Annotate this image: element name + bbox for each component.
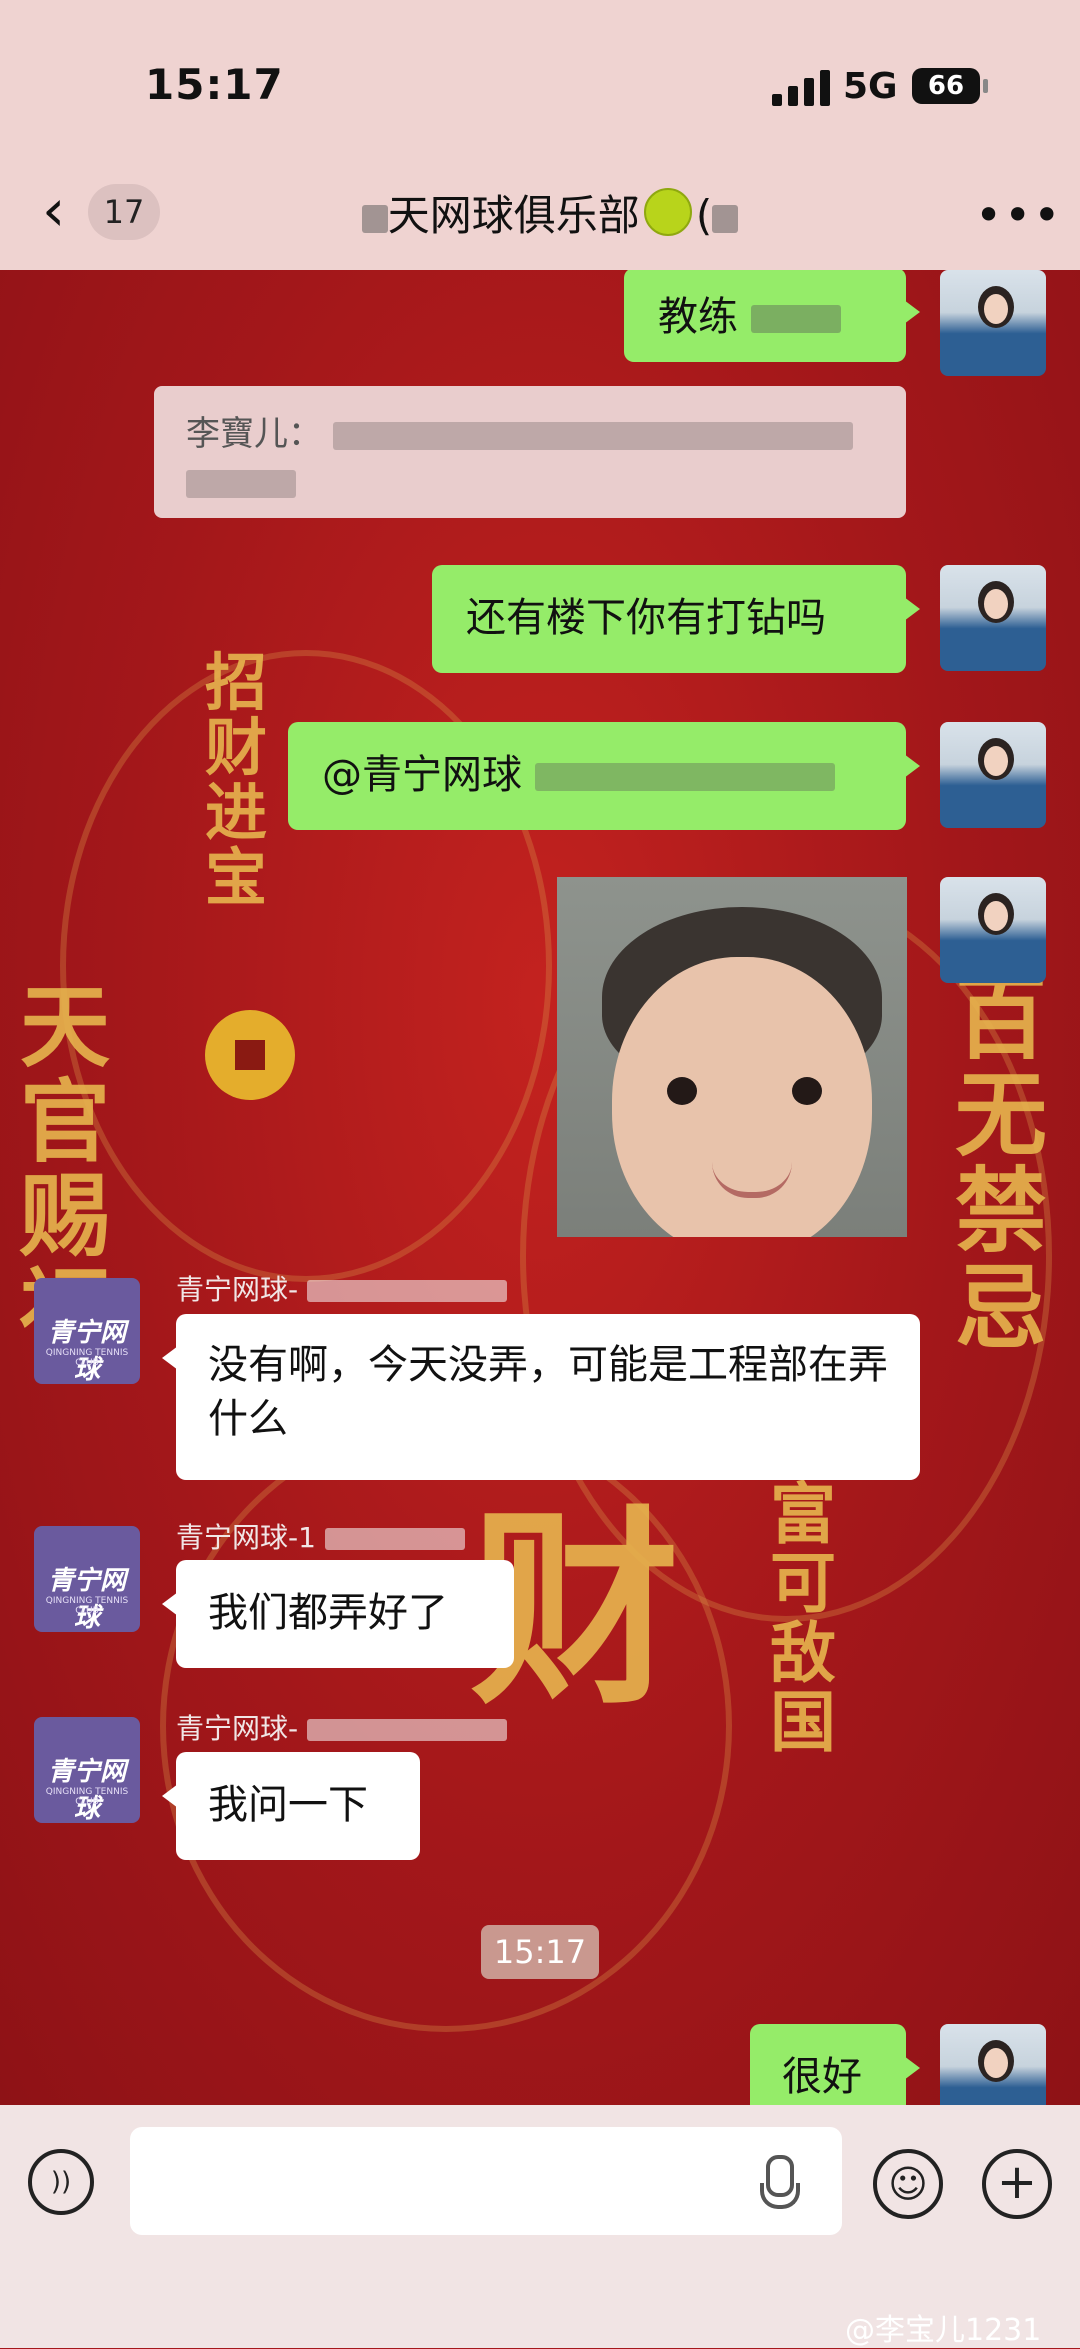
signal-icon <box>772 70 830 106</box>
sender-name-text: 青宁网球- <box>176 1712 299 1745</box>
photo-message[interactable] <box>557 877 907 1237</box>
emoji-icon[interactable]: ☺ <box>873 2149 943 2219</box>
sender-name: 青宁网球- <box>176 1707 508 1747</box>
my-avatar[interactable] <box>940 877 1046 983</box>
message-text: 教练 <box>658 294 738 340</box>
quoted-message[interactable]: 李寶儿： <box>154 386 906 518</box>
coin-icon <box>205 1010 295 1100</box>
chat-title[interactable]: 天网球俱乐部 ( <box>330 182 770 243</box>
sender-name: 青宁网球-1 <box>176 1516 465 1556</box>
tennis-ball-icon <box>643 188 692 236</box>
battery-icon: 66 <box>912 68 980 104</box>
bg-text-zhaocai: 招财进宝 <box>205 646 268 915</box>
my-avatar[interactable] <box>940 2024 1046 2105</box>
my-message-bubble[interactable]: 教练 <box>624 270 920 362</box>
back-icon[interactable]: ‹ <box>42 181 90 239</box>
message-input[interactable] <box>130 2127 842 2235</box>
my-avatar[interactable] <box>940 722 1046 828</box>
sender-name-text: 青宁网球- <box>176 1273 299 1306</box>
message-text: @青宁网球 <box>322 752 522 798</box>
club-avatar[interactable]: 青宁网球 QINGNING TENNIS CLUB <box>34 1278 140 1385</box>
club-logo-sub: QINGNING TENNIS CLUB <box>45 1596 129 1616</box>
more-options-icon[interactable]: ••• <box>975 188 1062 242</box>
their-message-bubble[interactable]: 我问一下 <box>162 1752 420 1860</box>
my-message-bubble[interactable]: 很好 <box>750 2024 920 2105</box>
bg-text-baiwu: 百无禁忌 <box>955 964 1048 1362</box>
club-avatar[interactable]: 青宁网球 QINGNING TENNIS CLUB <box>34 1526 140 1633</box>
their-message-bubble[interactable]: 我们都弄好了 <box>162 1560 514 1668</box>
chat-title-suffix: ( <box>695 191 713 240</box>
voice-mode-icon[interactable]: )) <box>28 2149 94 2215</box>
club-logo-sub: QINGNING TENNIS CLUB <box>45 1787 129 1807</box>
chat-header: ‹ 17 天网球俱乐部 ( ••• <box>0 160 1080 270</box>
message-timestamp: 15:17 <box>481 1925 599 1979</box>
my-message-bubble[interactable]: 还有楼下你有打钻吗 <box>432 565 920 673</box>
chat-title-text: 天网球俱乐部 <box>387 191 640 240</box>
club-logo-sub: QINGNING TENNIS CLUB <box>45 1348 129 1368</box>
battery-cap <box>983 79 988 93</box>
sender-name-text: 青宁网球-1 <box>176 1521 316 1554</box>
chat-area[interactable]: 招财进宝 天官赐福 百无禁忌 富可敌国 财 教练 李寶儿： 还有楼下你有打钻吗 … <box>0 270 1080 2105</box>
add-icon[interactable]: + <box>982 2149 1052 2219</box>
status-time: 15:17 <box>145 60 284 109</box>
quote-author: 李寶儿： <box>186 414 322 454</box>
unread-count-badge[interactable]: 17 <box>88 184 160 240</box>
network-type: 5G <box>843 66 898 107</box>
watermark: @李宝儿1231 <box>845 2313 1042 2348</box>
club-avatar[interactable]: 青宁网球 QINGNING TENNIS CLUB <box>34 1717 140 1824</box>
my-message-bubble[interactable]: @青宁网球 <box>288 722 920 830</box>
bg-text-fuke: 富可敌国 <box>770 1475 836 1761</box>
my-avatar[interactable] <box>940 270 1046 376</box>
sender-name: 青宁网球- <box>176 1268 508 1308</box>
status-bar: 15:17 5G 66 <box>0 0 1080 160</box>
their-message-bubble[interactable]: 没有啊，今天没弄，可能是工程部在弄什么 <box>162 1314 920 1480</box>
my-avatar[interactable] <box>940 565 1046 671</box>
